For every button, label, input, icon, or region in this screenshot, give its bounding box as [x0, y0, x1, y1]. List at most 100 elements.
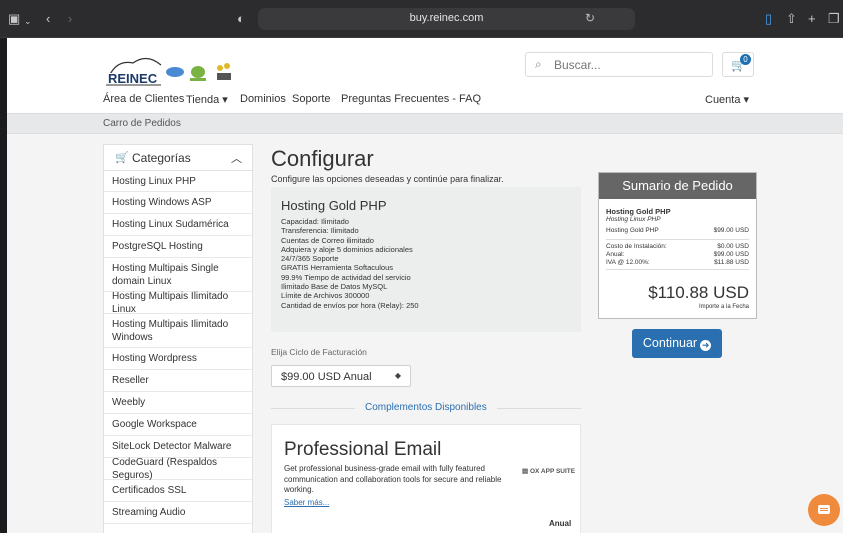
summary-divider: [606, 239, 749, 240]
nav-domains[interactable]: Dominios: [240, 93, 286, 105]
nav-client-area[interactable]: Área de Clientes: [103, 93, 184, 105]
tabs-overview-icon[interactable]: ❐: [828, 11, 840, 27]
product-features: Capacidad: Ilimitado Transferencia: Ilim…: [281, 217, 419, 310]
chevron-up-icon[interactable]: ︿: [231, 150, 242, 166]
feature-line: Adquiera y aloje 5 dominios adicionales: [281, 244, 413, 254]
summary-total-note: Importe a la Fecha: [698, 304, 749, 310]
sidebar-item-reseller[interactable]: Reseller: [104, 370, 252, 392]
continue-button[interactable]: Continuar ➜: [632, 329, 722, 358]
summary-line-label: Hosting Gold PHP: [606, 227, 659, 234]
feature-line: Transferencia: Ilimitado: [281, 226, 359, 236]
summary-line-item: Hosting Gold PHP $99.00 USD: [606, 227, 749, 234]
browser-toolbar: ▣ ⌄ ‹ › ◐ buy.reinec.com ↻ ▯ ⇧ + ❐: [0, 0, 843, 38]
sidebar-item-weebly[interactable]: Weebly: [104, 392, 252, 414]
sidebar-item-hosting-windows-asp[interactable]: Hosting Windows ASP: [104, 192, 252, 214]
addon-title: Professional Email: [284, 439, 442, 460]
categories-header[interactable]: 🛒 Categorías ︿: [104, 145, 252, 171]
back-icon[interactable]: ‹: [46, 11, 50, 27]
continue-label[interactable]: Continuar: [643, 336, 697, 350]
sidebar-item-hosting-wordpress[interactable]: Hosting Wordpress: [104, 348, 252, 370]
categories-sidebar: 🛒 Categorías ︿ Hosting Linux PHP Hosting…: [103, 144, 253, 533]
sidebar-toggle-icon[interactable]: ▣: [8, 11, 20, 27]
sidebar-item-codeguard[interactable]: CodeGuard (Respaldos Seguros): [104, 457, 252, 481]
feature-line: Cuentas de Correo ilimitado: [281, 235, 374, 245]
feature-line: 99.9% Tiempo de actividad del servicio: [281, 272, 411, 282]
summary-tax-value: $11.88 USD: [714, 259, 749, 266]
summary-line-value: $99.00 USD: [713, 227, 749, 234]
breadcrumb: Carro de Pedidos: [7, 113, 843, 134]
account-label[interactable]: Cuenta: [705, 94, 740, 106]
address-bar[interactable]: buy.reinec.com ↻: [258, 8, 635, 30]
feature-line: 24/7/365 Soporte: [281, 254, 339, 264]
order-summary-title: Sumario de Pedido: [599, 173, 756, 199]
nav-support[interactable]: Soporte: [292, 93, 331, 105]
reload-icon[interactable]: ↻: [585, 11, 595, 25]
sidebar-item-multipais-ilimitado-windows[interactable]: Hosting Multipais Ilimitado Windows: [104, 314, 252, 348]
cart-button[interactable]: 🛒 0: [722, 52, 754, 77]
logo-text: REINEC: [108, 71, 158, 86]
account-menu[interactable]: Cuenta ▾: [705, 93, 749, 106]
summary-setup-label: Costo de Instalación:: [606, 243, 667, 250]
forward-icon[interactable]: ›: [68, 11, 72, 27]
privacy-shield-icon[interactable]: ◐: [237, 11, 245, 27]
feature-line: Ilimitado Base de Datos MySQL: [281, 282, 388, 292]
summary-tax-label: IVA @ 12.00%:: [606, 259, 650, 266]
summary-tax-row: IVA @ 12.00%: $11.88 USD: [606, 259, 749, 266]
sidebar-item-ssl-certificates[interactable]: Certificados SSL: [104, 480, 252, 502]
sidebar-item-postgresql-hosting[interactable]: PostgreSQL Hosting: [104, 236, 252, 258]
chat-bubble-icon: [818, 505, 830, 514]
feature-line: Cantidad de envíos por hora (Relay): 250: [281, 300, 419, 310]
nav-faq[interactable]: Preguntas Frecuentes - FAQ: [341, 93, 481, 105]
page-subtitle: Configure las opciones deseadas y contin…: [271, 174, 504, 184]
breadcrumb-item[interactable]: Carro de Pedidos: [103, 118, 181, 129]
billing-cycle-label: Elija Ciclo de Facturación: [271, 347, 367, 357]
share-icon[interactable]: ⇧: [786, 11, 797, 27]
feature-line: Capacidad: Ilimitado: [281, 217, 349, 226]
categories-title: Categorías: [132, 151, 191, 165]
order-summary: Sumario de Pedido Hosting Gold PHP Hosti…: [598, 172, 757, 319]
sidebar-item-google-workspace[interactable]: Google Workspace: [104, 414, 252, 436]
search-input[interactable]: [554, 56, 704, 74]
feature-line: GRATIS Herramienta Softaculous: [281, 263, 393, 273]
sidebar-item-hosting-linux-sudamerica[interactable]: Hosting Linux Sudamérica: [104, 214, 252, 236]
sidebar-item-hosting-linux-php[interactable]: Hosting Linux PHP: [104, 171, 252, 192]
summary-divider: [606, 269, 749, 270]
page-title: Configurar: [271, 146, 374, 171]
address-url[interactable]: buy.reinec.com: [258, 12, 635, 24]
summary-product: Hosting Gold PHP: [606, 207, 671, 216]
search-icon: ⌕: [535, 57, 542, 71]
addon-description: Get professional business-grade email wi…: [284, 464, 502, 494]
sidebar-item-multipais-single-linux[interactable]: Hosting Multipais Single domain Linux: [104, 258, 252, 292]
summary-setup-value: $0.00 USD: [717, 243, 749, 250]
cart-icon: 🛒: [115, 152, 129, 164]
summary-annual-label: Anual:: [606, 251, 625, 258]
reinec-logo[interactable]: REINEC: [103, 51, 253, 91]
summary-annual-value: $99.00 USD: [713, 251, 749, 258]
billing-cycle-value[interactable]: $99.00 USD Anual: [281, 371, 372, 383]
sidebar-item-streaming-audio[interactable]: Streaming Audio: [104, 502, 252, 524]
addon-billing-period: Anual: [549, 519, 572, 528]
addon-card-professional-email[interactable]: Professional Email Get professional busi…: [271, 424, 581, 533]
summary-setup-row: Costo de Instalación: $0.00 USD: [606, 243, 749, 250]
billing-cycle-select[interactable]: $99.00 USD Anual ◆: [271, 365, 411, 387]
select-arrows-icon: ◆: [394, 371, 401, 380]
addon-learn-more-link[interactable]: Saber más...: [284, 498, 329, 507]
feature-line: Límite de Archivos 300000: [281, 291, 370, 301]
cart-count-badge: 0: [740, 54, 751, 65]
addons-heading: Complementos Disponibles: [355, 402, 497, 413]
product-name: Hosting Gold PHP: [281, 198, 387, 213]
summary-annual-row: Anual: $99.00 USD: [606, 251, 749, 258]
chat-widget-button[interactable]: [808, 494, 840, 526]
new-tab-icon[interactable]: +: [808, 11, 816, 27]
addon-brand-logo: ▤ OX APP SUITE: [522, 468, 576, 475]
main-content: 🛒 Categorías ︿ Hosting Linux PHP Hosting…: [7, 134, 843, 533]
sidebar-item-multipais-ilimitado-linux[interactable]: Hosting Multipais Ilimitado Linux: [104, 291, 252, 315]
nav-store[interactable]: Tienda ▾: [186, 93, 228, 106]
summary-total: $110.88 USD: [648, 283, 749, 302]
arrow-right-circle-icon: ➜: [700, 340, 712, 351]
web-page: REINEC ⌕ 🛒 0 Área de Clientes Tienda ▾ D…: [7, 38, 843, 533]
addon-brand-text: OX APP SUITE: [529, 468, 576, 475]
search-box[interactable]: ⌕: [525, 52, 713, 77]
document-icon[interactable]: ▯: [765, 11, 772, 27]
chevron-down-icon[interactable]: ⌄: [24, 13, 32, 29]
